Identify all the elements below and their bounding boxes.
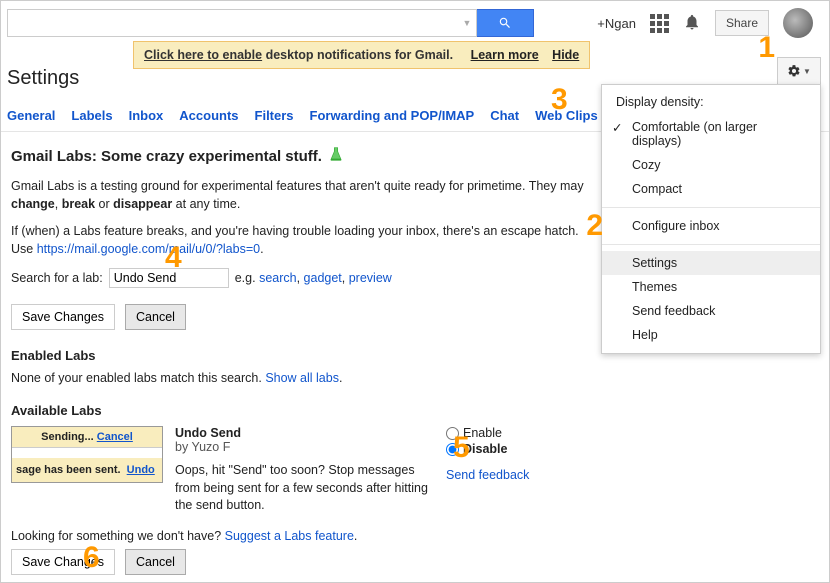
menu-feedback[interactable]: Send feedback (602, 299, 820, 323)
preview-sent-text: sage has been sent. (16, 464, 121, 476)
density-cozy[interactable]: Cozy (602, 153, 820, 177)
global-search-input[interactable] (8, 10, 458, 36)
save-changes-button[interactable]: Save Changes (11, 304, 115, 330)
lab-feedback-link[interactable]: Send feedback (446, 468, 529, 482)
gear-icon (787, 64, 801, 78)
labs-intro-2: If (when) a Labs feature breaks, and you… (11, 223, 586, 258)
settings-gear-button[interactable]: ▼ (777, 57, 821, 85)
tab-webclips[interactable]: Web Clips (535, 104, 598, 131)
settings-menu: Display density: Comfortable (on larger … (601, 84, 821, 354)
lab-search-examples: e.g. search, gadget, preview (235, 271, 392, 285)
share-button[interactable]: Share (715, 10, 769, 36)
density-title: Display density: (602, 91, 820, 115)
menu-configure-inbox[interactable]: Configure inbox (602, 214, 820, 238)
lab-preview-image: Sending... Cancel sage has been sent. Un… (11, 426, 163, 483)
lab-search-input[interactable] (109, 268, 229, 288)
desktop-notifications-banner: Click here to enable desktop notificatio… (133, 41, 590, 69)
enabled-labs-text: None of your enabled labs match this sea… (11, 371, 586, 385)
cancel-button-bottom[interactable]: Cancel (125, 549, 186, 575)
top-bar: ▼ +Ngan Share (1, 1, 829, 45)
labs-heading-text: Gmail Labs: Some crazy experimental stuf… (11, 148, 322, 165)
gear-dropdown-icon: ▼ (803, 67, 811, 76)
notifications-bell-icon[interactable] (683, 13, 701, 34)
enabled-labs-title: Enabled Labs (11, 348, 586, 363)
flask-icon (328, 144, 344, 168)
example-search[interactable]: search (259, 271, 297, 285)
lab-author: by Yuzo F (175, 440, 434, 454)
plus-name-link[interactable]: +Ngan (597, 16, 636, 31)
tab-filters[interactable]: Filters (255, 104, 294, 131)
preview-sending-text: Sending... (41, 431, 94, 443)
save-changes-button-bottom[interactable]: Save Changes (11, 549, 115, 575)
profile-avatar[interactable] (783, 8, 813, 38)
labs-intro-1: Gmail Labs is a testing ground for exper… (11, 178, 586, 213)
menu-help[interactable]: Help (602, 323, 820, 347)
search-box: ▼ (7, 9, 477, 37)
looking-text: Looking for something we don't have? Sug… (11, 529, 586, 543)
menu-settings[interactable]: Settings (602, 251, 820, 275)
tab-inbox[interactable]: Inbox (129, 104, 164, 131)
density-compact[interactable]: Compact (602, 177, 820, 201)
tab-chat[interactable]: Chat (490, 104, 519, 131)
labs-escape-link[interactable]: https://mail.google.com/mail/u/0/?labs=0 (37, 242, 260, 256)
density-comfortable[interactable]: Comfortable (on larger displays) (602, 115, 820, 153)
lab-title: Undo Send (175, 426, 434, 440)
enable-notifications-link[interactable]: Click here to enable (144, 48, 262, 62)
learn-more-link[interactable]: Learn more (471, 48, 539, 62)
preview-undo-link: Undo (127, 464, 155, 476)
labs-content: Gmail Labs: Some crazy experimental stuf… (1, 132, 596, 575)
lab-search-label: Search for a lab: (11, 271, 103, 285)
lab-search-row: Search for a lab: e.g. search, gadget, p… (11, 268, 586, 288)
hide-banner-link[interactable]: Hide (552, 48, 579, 62)
banner-text: desktop notifications for Gmail. (262, 48, 453, 62)
search-dropdown-icon[interactable]: ▼ (458, 10, 476, 36)
show-all-labs-link[interactable]: Show all labs (265, 371, 339, 385)
menu-themes[interactable]: Themes (602, 275, 820, 299)
apps-launcher-icon[interactable] (650, 14, 669, 33)
menu-divider (602, 244, 820, 245)
tab-labels[interactable]: Labels (71, 104, 112, 131)
search-icon (498, 16, 512, 30)
preview-cancel-link: Cancel (97, 431, 133, 443)
available-labs-title: Available Labs (11, 403, 586, 418)
menu-divider (602, 207, 820, 208)
lab-description: Oops, hit "Send" too soon? Stop messages… (175, 462, 434, 515)
tab-forwarding[interactable]: Forwarding and POP/IMAP (310, 104, 475, 131)
suggest-labs-link[interactable]: Suggest a Labs feature (225, 529, 354, 543)
tab-general[interactable]: General (7, 104, 55, 131)
cancel-button[interactable]: Cancel (125, 304, 186, 330)
lab-row-undo-send: Sending... Cancel sage has been sent. Un… (11, 426, 586, 515)
labs-heading: Gmail Labs: Some crazy experimental stuf… (11, 144, 586, 168)
lab-enable-radio[interactable]: Enable (446, 426, 586, 440)
example-preview[interactable]: preview (349, 271, 392, 285)
global-search-button[interactable] (476, 9, 534, 37)
example-gadget[interactable]: gadget (304, 271, 342, 285)
tab-accounts[interactable]: Accounts (179, 104, 238, 131)
lab-disable-radio[interactable]: Disable (446, 442, 586, 456)
